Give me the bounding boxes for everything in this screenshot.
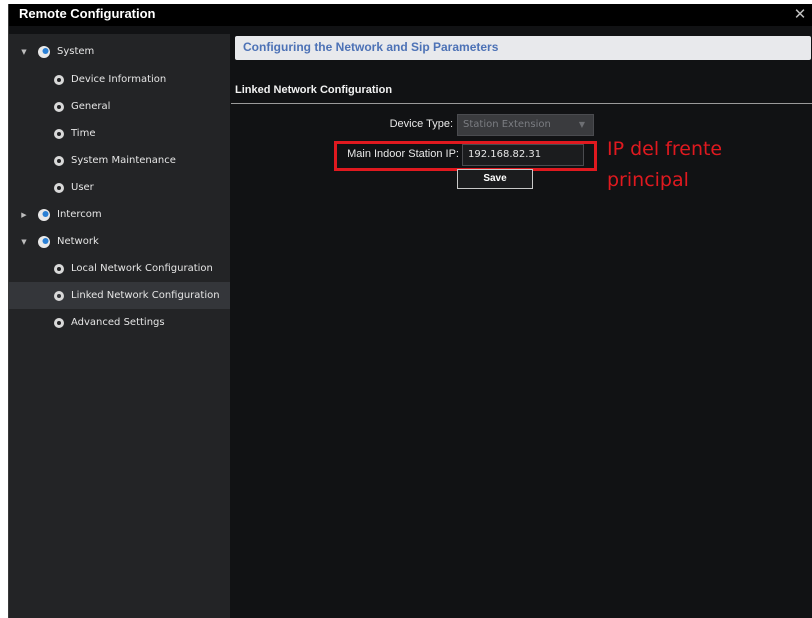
gear-icon xyxy=(53,74,65,86)
section-divider xyxy=(231,103,812,104)
tree-item-label: General xyxy=(71,101,111,112)
tree-item-linked-network-configuration[interactable]: Linked Network Configuration xyxy=(9,282,230,309)
device-type-select[interactable]: Station Extension ▼ xyxy=(457,114,594,136)
tree-item-system-maintenance[interactable]: System Maintenance xyxy=(9,147,230,174)
tree-item-network[interactable]: ▼ Network xyxy=(9,228,230,255)
tree-item-label: Device Information xyxy=(71,74,167,85)
tree-item-label: User xyxy=(71,182,94,193)
tree-item-label: Local Network Configuration xyxy=(71,263,213,274)
tree-item-advanced-settings[interactable]: Advanced Settings xyxy=(9,309,230,336)
annotation-text: IP del frente principal xyxy=(607,134,797,196)
section-title: Linked Network Configuration xyxy=(235,84,393,96)
gear-icon xyxy=(53,263,65,275)
tree-item-local-network-configuration[interactable]: Local Network Configuration xyxy=(9,255,230,282)
tree-item-label: Network xyxy=(57,236,99,247)
tree-item-label: Intercom xyxy=(57,209,102,220)
tree-item-label: System Maintenance xyxy=(71,155,176,166)
annotation-line-1: IP del frente xyxy=(607,138,723,160)
annotation-line-2: principal xyxy=(607,169,689,191)
node-icon xyxy=(37,235,51,249)
gear-icon xyxy=(53,101,65,113)
tree-item-label: Time xyxy=(71,128,96,139)
tree-item-time[interactable]: Time xyxy=(9,120,230,147)
main-panel: Configuring the Network and Sip Paramete… xyxy=(231,34,812,618)
gear-icon xyxy=(53,182,65,194)
chevron-down-icon: ▼ xyxy=(578,120,585,129)
window-title: Remote Configuration xyxy=(19,6,156,21)
gear-icon xyxy=(53,290,65,302)
tree-item-intercom[interactable]: ▶ Intercom xyxy=(9,201,230,228)
tree-item-label: Advanced Settings xyxy=(71,317,165,328)
tree-item-system[interactable]: ▼ System xyxy=(9,38,230,65)
node-icon xyxy=(37,208,51,222)
expand-arrow-icon[interactable]: ▶ xyxy=(20,211,28,219)
tree-item-label: System xyxy=(57,46,95,57)
expand-arrow-icon[interactable]: ▼ xyxy=(20,238,28,246)
gear-icon xyxy=(53,317,65,329)
close-icon[interactable]: ✕ xyxy=(791,4,809,24)
device-type-value: Station Extension xyxy=(463,119,551,130)
tree-item-user[interactable]: User xyxy=(9,174,230,201)
device-type-label: Device Type: xyxy=(389,118,453,130)
tree-item-general[interactable]: General xyxy=(9,93,230,120)
remote-configuration-window: Remote Configuration ✕ ▼ System Device I… xyxy=(8,4,812,618)
tree-item-device-information[interactable]: Device Information xyxy=(9,66,230,93)
save-button[interactable]: Save xyxy=(457,169,533,189)
tree-item-label: Linked Network Configuration xyxy=(71,290,220,301)
sidebar-tree: ▼ System Device Information General Time xyxy=(9,34,230,618)
annotation-highlight-box xyxy=(334,141,597,171)
node-icon xyxy=(37,45,51,59)
title-bar: Remote Configuration ✕ xyxy=(9,4,812,26)
page-header: Configuring the Network and Sip Paramete… xyxy=(235,36,811,60)
gear-icon xyxy=(53,128,65,140)
expand-arrow-icon[interactable]: ▼ xyxy=(20,48,28,56)
page-title: Configuring the Network and Sip Paramete… xyxy=(243,40,499,54)
gear-icon xyxy=(53,155,65,167)
